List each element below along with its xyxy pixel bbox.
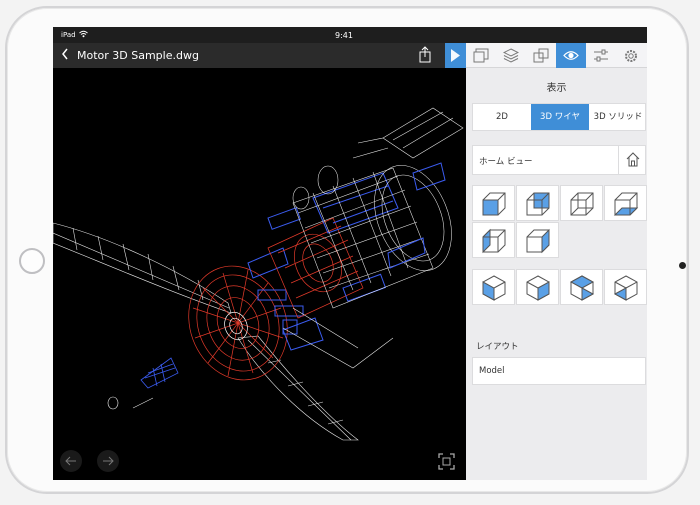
home-view-label: ホーム ビュー xyxy=(479,157,533,167)
motor-wireframe-drawing xyxy=(53,107,464,441)
status-bar: iPad 9:41 xyxy=(53,27,647,43)
panel-title: 表示 xyxy=(546,83,567,94)
layout-model-row[interactable]: Model xyxy=(472,357,646,385)
wifi-icon xyxy=(79,30,88,40)
drawing-viewport[interactable] xyxy=(53,68,466,480)
document-title: Motor 3D Sample.dwg xyxy=(77,49,199,62)
blocks-icon[interactable] xyxy=(526,43,556,68)
panel-toggle-icon[interactable] xyxy=(445,43,466,68)
layout-value: Model xyxy=(479,366,505,376)
view-iso-se-button[interactable] xyxy=(516,269,559,305)
view-back-button[interactable] xyxy=(516,222,559,258)
chevron-left-icon[interactable] xyxy=(61,47,69,65)
view-iso-ne-button[interactable] xyxy=(560,269,603,305)
layout-label: レイアウト xyxy=(476,342,519,352)
home-view-row[interactable]: ホーム ビュー xyxy=(472,145,646,175)
fullscreen-icon[interactable] xyxy=(438,453,455,470)
view-front-button[interactable] xyxy=(472,222,515,258)
view-mode-selector: 2D 3D ワイヤ 3D ソリッド xyxy=(472,103,646,131)
redo-icon[interactable] xyxy=(97,450,119,472)
share-icon[interactable] xyxy=(417,46,433,64)
view-iso-sw-button[interactable] xyxy=(472,269,515,305)
view-iso-nw-button[interactable] xyxy=(604,269,647,305)
status-time: 9:41 xyxy=(335,31,353,40)
view-panel: 表示 2D 3D ワイヤ 3D ソリッド ホーム ビュー レイアウト Model xyxy=(466,43,647,480)
title-bar: Motor 3D Sample.dwg xyxy=(53,43,466,68)
screen: iPad 9:41 Motor 3D Sample.dwg 表示 2D 3D ワ… xyxy=(53,27,647,480)
gear-icon[interactable] xyxy=(616,43,646,68)
view-bottom-button[interactable] xyxy=(516,185,559,221)
eye-icon[interactable] xyxy=(556,43,586,68)
home-button xyxy=(19,248,45,274)
home-icon[interactable] xyxy=(618,146,646,174)
view-left-button[interactable] xyxy=(560,185,603,221)
sliders-icon[interactable] xyxy=(586,43,616,68)
mode-3d-solid[interactable]: 3D ソリッド xyxy=(589,104,647,130)
layers-icon[interactable] xyxy=(496,43,526,68)
camera xyxy=(679,262,686,269)
carrier-label: iPad xyxy=(61,31,76,39)
view-2d-icon[interactable] xyxy=(466,43,496,68)
mode-2d[interactable]: 2D xyxy=(473,104,531,130)
view-right-button[interactable] xyxy=(604,185,647,221)
view-top-button[interactable] xyxy=(472,185,515,221)
undo-icon[interactable] xyxy=(60,450,82,472)
panel-tab-bar xyxy=(466,43,647,68)
mode-3d-wire[interactable]: 3D ワイヤ xyxy=(531,104,589,130)
